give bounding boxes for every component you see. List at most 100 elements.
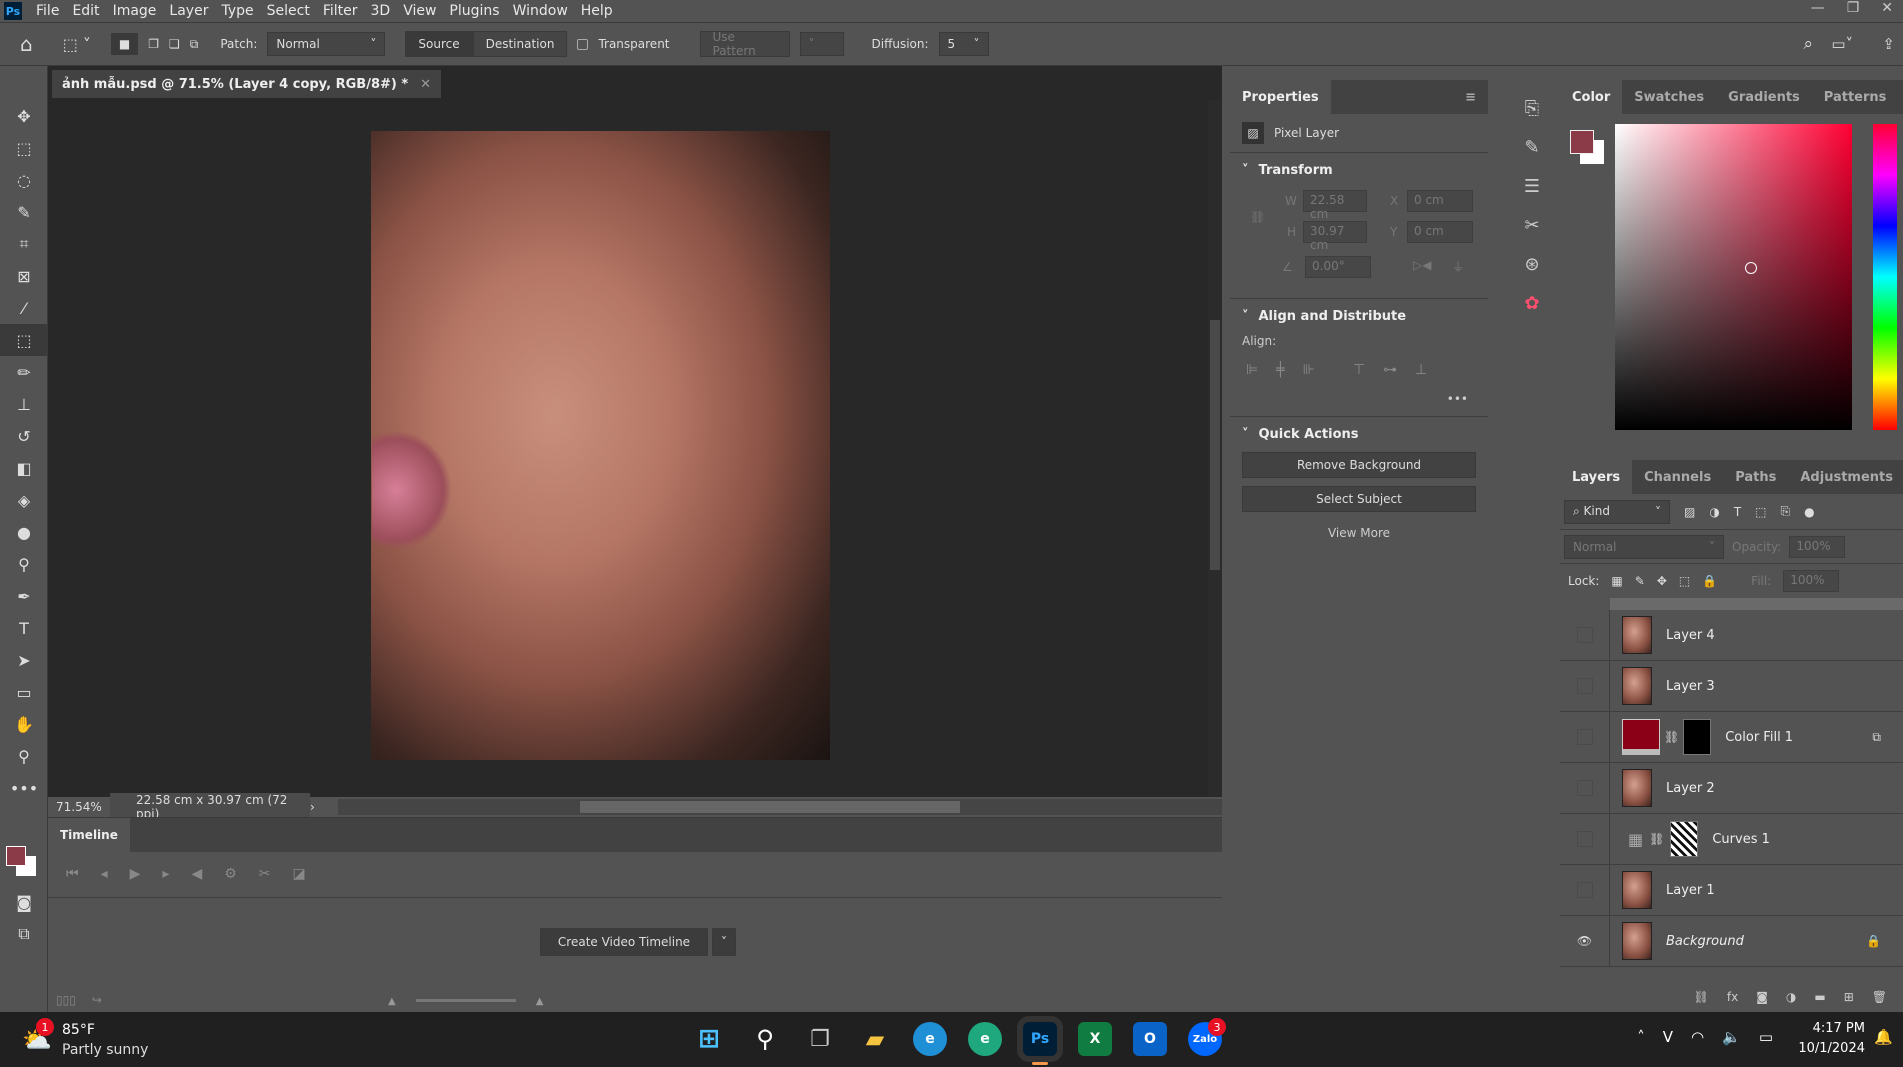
tab-swatches[interactable]: Swatches <box>1622 80 1716 114</box>
menu-edit[interactable]: Edit <box>72 3 99 19</box>
menu-3d[interactable]: 3D <box>371 3 391 19</box>
layer-row[interactable]: Layer 2 <box>1560 762 1903 814</box>
crop-tool-icon[interactable]: ⌗ <box>0 228 48 260</box>
subtract-selection-icon[interactable]: ❏ <box>169 37 180 51</box>
patch-tool-preset-icon[interactable]: ⬚ ˅ <box>63 35 91 54</box>
convert-icon[interactable]: ↪ <box>92 993 102 1007</box>
tab-layers[interactable]: Layers <box>1560 460 1633 494</box>
x-field[interactable]: 0 cm <box>1407 190 1473 212</box>
tab-paths[interactable]: Paths <box>1723 460 1788 494</box>
filter-adjustment-icon[interactable]: ◑ <box>1709 505 1719 519</box>
zoom-tool-icon[interactable]: ⚲ <box>0 740 48 772</box>
tab-color[interactable]: Color <box>1560 80 1623 114</box>
link-icon[interactable]: ⛓ <box>1649 832 1664 846</box>
layer-row[interactable]: ▦ ⛓ Curves 1 <box>1560 813 1903 865</box>
timeline-type-dropdown[interactable]: ˅ <box>712 928 736 956</box>
quick-mask-icon[interactable]: ◙ <box>0 886 48 918</box>
eyedropper-tool-icon[interactable]: ⁄ <box>0 292 48 324</box>
temperature[interactable]: 85°F <box>62 1022 95 1038</box>
flip-vertical-icon[interactable]: ⏚ <box>1452 258 1464 275</box>
align-section[interactable]: ˅ Align and Distribute <box>1230 298 1488 334</box>
fill-field[interactable]: 100% <box>1783 570 1840 592</box>
layer-row[interactable]: Layer 1 <box>1560 864 1903 916</box>
battery-icon[interactable]: ▭ <box>1759 1028 1773 1046</box>
filter-toggle[interactable]: ● <box>1804 505 1814 519</box>
frame-tool-icon[interactable]: ⊠ <box>0 260 48 292</box>
tab-adjustments[interactable]: Adjustments <box>1788 460 1903 494</box>
history-panel-icon[interactable]: ⎘ <box>1525 98 1539 119</box>
previous-frame-icon[interactable]: ◂ <box>101 866 108 883</box>
adjustments-panel-icon[interactable]: ☰ <box>1524 176 1540 197</box>
filter-smart-object-icon[interactable]: ⎘ <box>1781 504 1791 519</box>
restore-icon[interactable]: ❐ <box>1847 0 1860 16</box>
eye-icon[interactable]: 👁 <box>1577 934 1592 948</box>
tab-patterns[interactable]: Patterns <box>1812 80 1899 114</box>
menu-view[interactable]: View <box>403 3 436 19</box>
lock-artboard-icon[interactable]: ⬚ <box>1679 574 1690 588</box>
tool-presets-icon[interactable]: ✂ <box>1524 215 1539 236</box>
view-more-link[interactable]: View More <box>1230 520 1488 546</box>
diffusion-select[interactable]: 5 ˅ <box>938 32 989 56</box>
show-hidden-icons-icon[interactable]: ˄ <box>1637 1028 1645 1046</box>
link-layers-icon[interactable]: ⛓ <box>1694 990 1709 1004</box>
hand-tool-icon[interactable]: ✋ <box>0 708 48 740</box>
search-icon[interactable]: ⌕ <box>1803 34 1813 54</box>
link-icon[interactable]: ⛓ <box>1250 210 1265 224</box>
menu-help[interactable]: Help <box>581 3 613 19</box>
filter-pixel-icon[interactable]: ▨ <box>1684 505 1695 519</box>
fx-icon[interactable]: fx <box>1727 990 1738 1004</box>
screen-mode-icon[interactable]: ⧉ <box>0 918 48 950</box>
menu-layer[interactable]: Layer <box>169 3 208 19</box>
menu-file[interactable]: File <box>36 3 59 19</box>
visibility-toggle[interactable] <box>1560 711 1610 763</box>
transform-section[interactable]: ˅ Transform <box>1230 153 1488 188</box>
patch-tool-icon[interactable]: ⬚ <box>0 324 48 356</box>
weather-text[interactable]: Partly sunny <box>62 1042 148 1058</box>
status-expand-icon[interactable]: › <box>310 800 338 814</box>
creative-cloud-icon[interactable]: ✿ <box>1524 293 1539 314</box>
split-icon[interactable]: ✂ <box>259 866 271 883</box>
visibility-toggle[interactable] <box>1560 864 1610 916</box>
new-selection-icon[interactable]: ■ <box>110 33 139 55</box>
task-view-icon[interactable]: ❐ <box>803 1022 837 1056</box>
marquee-tool-icon[interactable]: ⬚ <box>0 132 48 164</box>
add-selection-icon[interactable]: ❐ <box>148 37 159 51</box>
workspace-icon[interactable]: ▭˅ <box>1831 35 1853 53</box>
document-tab[interactable]: ảnh mẫu.psd @ 71.5% (Layer 4 copy, RGB/8… <box>52 70 442 98</box>
mask-thumbnail[interactable] <box>1670 821 1699 857</box>
color-picker-cursor[interactable] <box>1745 262 1757 274</box>
quick-selection-tool-icon[interactable]: ✎ <box>0 196 48 228</box>
zoom-level[interactable]: 71.54% <box>48 800 110 814</box>
edge-profile-icon[interactable]: e <box>968 1022 1002 1056</box>
properties-tab[interactable]: Properties <box>1230 80 1331 114</box>
more-tools-icon[interactable]: ••• <box>0 772 48 804</box>
remove-background-button[interactable]: Remove Background <box>1242 452 1476 478</box>
close-tab-icon[interactable]: ✕ <box>420 77 431 92</box>
filter-type-icon[interactable]: T <box>1734 505 1741 519</box>
new-group-icon[interactable]: ▬ <box>1814 990 1825 1004</box>
play-icon[interactable]: ▶ <box>130 866 141 883</box>
blur-tool-icon[interactable]: ● <box>0 516 48 548</box>
pen-tool-icon[interactable]: ✒ <box>0 580 48 612</box>
first-frame-icon[interactable]: ⏮ <box>66 866 79 883</box>
layer-row[interactable]: Layer 3 <box>1560 660 1903 712</box>
wifi-icon[interactable]: ◠ <box>1691 1028 1704 1046</box>
panel-menu-icon[interactable]: ≡ <box>1453 80 1488 114</box>
foreground-color-swatch[interactable] <box>6 846 26 866</box>
edge-icon[interactable]: e <box>913 1022 947 1056</box>
patch-mode-select[interactable]: Normal ˅ <box>267 32 386 56</box>
home-icon[interactable]: ⌂ <box>20 32 33 56</box>
vpn-icon[interactable]: V <box>1663 1028 1673 1046</box>
visibility-toggle[interactable] <box>1560 660 1610 712</box>
height-field[interactable]: 30.97 cm <box>1303 221 1367 252</box>
align-bottom-icon[interactable]: ⊥ <box>1415 362 1427 378</box>
lock-icon[interactable]: 🔒 <box>1866 934 1881 948</box>
settings-icon[interactable]: ⚙ <box>224 866 237 883</box>
more-options-icon[interactable]: ••• <box>1230 392 1488 416</box>
add-mask-icon[interactable]: ◙ <box>1756 990 1768 1004</box>
minimize-icon[interactable]: — <box>1811 0 1825 16</box>
blend-mode-select[interactable]: Normal ˅ <box>1564 534 1724 559</box>
menu-window[interactable]: Window <box>513 3 568 19</box>
clone-stamp-tool-icon[interactable]: ⊥ <box>0 388 48 420</box>
visibility-toggle[interactable] <box>1560 813 1610 865</box>
